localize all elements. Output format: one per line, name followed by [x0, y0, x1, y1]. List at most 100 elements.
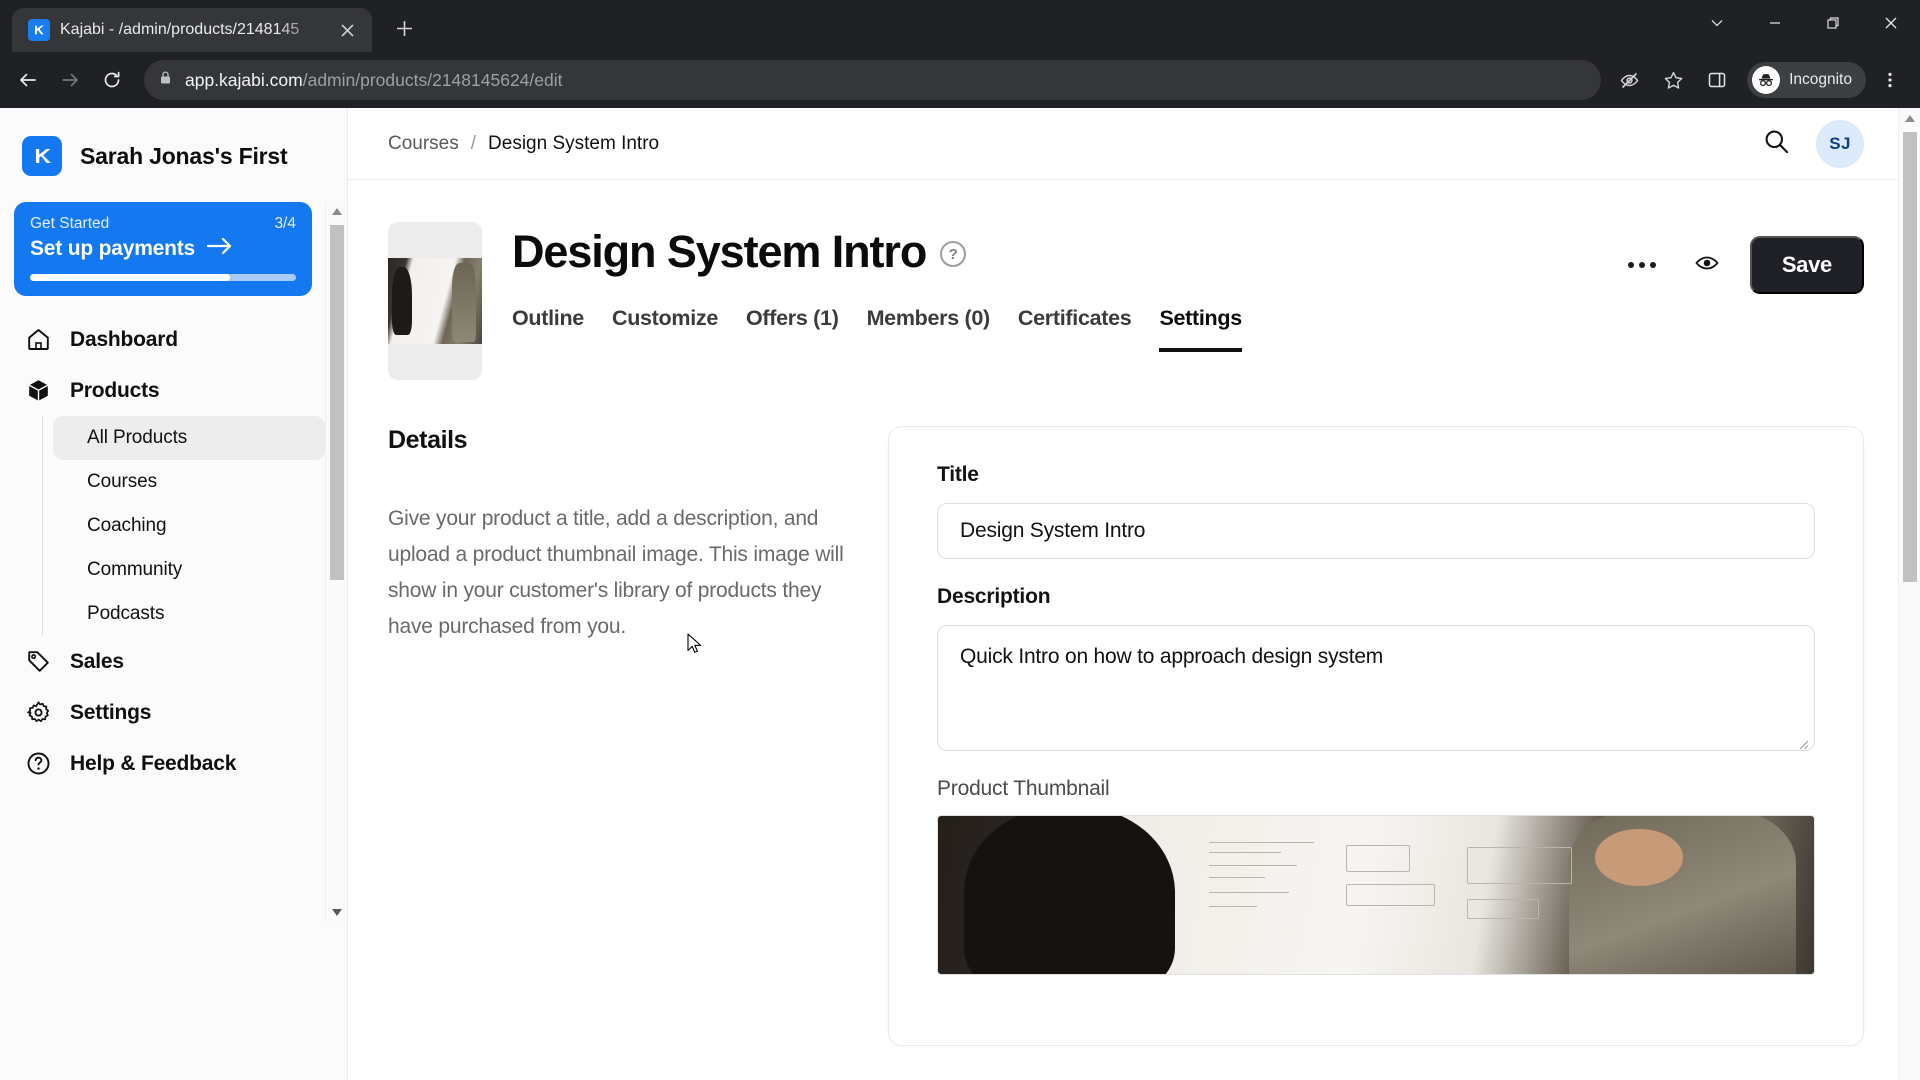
subnav-item-label: All Products: [87, 427, 188, 448]
get-started-card[interactable]: Get Started 3/4 Set up payments: [14, 202, 312, 296]
tab-label: Members (0): [866, 306, 991, 330]
product-title-row: Design System Intro ?: [512, 226, 1590, 278]
title-input[interactable]: Design System Intro: [937, 503, 1815, 559]
resize-handle[interactable]: [1795, 732, 1809, 750]
scroll-up-icon[interactable]: [1899, 108, 1920, 128]
browser-tab-title: Kajabi - /admin/products/2148145: [60, 21, 300, 38]
tab-label: Certificates: [1017, 306, 1132, 330]
brand-header[interactable]: Sarah Jonas's First: [0, 108, 347, 198]
tab-label: Settings: [1159, 306, 1242, 330]
incognito-label: Incognito: [1789, 71, 1852, 88]
description-textarea[interactable]: Quick Intro on how to approach design sy…: [937, 625, 1815, 751]
eye-icon[interactable]: [1694, 250, 1720, 281]
eye-slash-icon[interactable]: [1609, 60, 1649, 100]
brand-name: Sarah Jonas's First: [80, 142, 288, 169]
reload-icon[interactable]: [92, 60, 132, 100]
back-arrow-icon[interactable]: [8, 60, 48, 100]
product-thumbnail-preview[interactable]: [937, 815, 1815, 975]
tag-icon: [24, 649, 52, 674]
three-dots-vertical-icon[interactable]: [1870, 60, 1910, 100]
sidebar-item-all-products[interactable]: All Products: [53, 416, 325, 460]
description-field-label: Description: [937, 585, 1051, 608]
maximize-icon[interactable]: [1804, 0, 1862, 46]
sidebar-item-label: Sales: [70, 649, 124, 673]
thumbnail-face: [1595, 828, 1683, 886]
description-value: Quick Intro on how to approach design sy…: [960, 645, 1384, 668]
chevron-down-icon[interactable]: [1688, 0, 1746, 46]
save-button[interactable]: Save: [1749, 236, 1864, 294]
three-dots-horizontal-icon[interactable]: [1620, 254, 1664, 276]
title-field-label: Title: [937, 463, 979, 486]
close-icon[interactable]: [334, 17, 360, 43]
home-icon: [24, 327, 52, 352]
subnav-item-label: Courses: [87, 471, 158, 492]
get-started-header: Get Started 3/4: [30, 215, 296, 233]
thumbnail-image: [388, 258, 482, 344]
avatar[interactable]: SJ: [1816, 119, 1864, 168]
page-title: Design System Intro: [512, 226, 927, 277]
tab-members[interactable]: Members (0): [866, 306, 991, 352]
get-started-label: Get Started: [30, 215, 110, 232]
get-started-title-row: Set up payments: [30, 237, 296, 261]
tab-offers[interactable]: Offers (1): [746, 306, 839, 352]
window-controls: [1688, 0, 1920, 46]
new-tab-button[interactable]: [382, 6, 426, 50]
sidebar-item-products[interactable]: Products: [0, 365, 347, 416]
sidebar-item-label: Products: [70, 378, 160, 402]
breadcrumb: Courses / Design System Intro: [388, 133, 659, 155]
toolbar-right-icons: Incognito: [1609, 60, 1910, 100]
star-icon[interactable]: [1653, 60, 1693, 100]
details-form-card: Title Design System Intro Description Qu…: [888, 426, 1864, 1046]
sidebar-item-label: Dashboard: [70, 327, 178, 351]
settings-content: Design System Intro ? Outline Customize …: [348, 180, 1920, 1046]
sidebar-scrollbar[interactable]: [325, 201, 347, 922]
sidebar-item-settings[interactable]: Settings: [0, 687, 347, 738]
tab-certificates[interactable]: Certificates: [1018, 306, 1132, 352]
minimize-icon[interactable]: [1746, 0, 1804, 46]
get-started-title: Set up payments: [30, 237, 196, 260]
incognito-hat-icon: [1752, 66, 1781, 94]
scroll-down-icon[interactable]: [326, 902, 347, 922]
page-viewport: Sarah Jonas's First Get Started 3/4 Set …: [0, 108, 1920, 1080]
tab-label: Customize: [611, 306, 718, 330]
subnav-item-label: Podcasts: [87, 603, 165, 624]
sidebar-scrollbar-thumb[interactable]: [330, 225, 344, 580]
subnav-item-label: Community: [87, 559, 183, 580]
details-section: Details Give your product a title, add a…: [388, 426, 1864, 1046]
tab-label: Offers (1): [745, 306, 839, 330]
tab-outline[interactable]: Outline: [512, 306, 584, 352]
breadcrumb-parent[interactable]: Courses: [388, 133, 459, 155]
incognito-indicator[interactable]: Incognito: [1747, 62, 1866, 98]
main-content: Courses / Design System Intro SJ Design …: [348, 108, 1920, 1080]
main-scrollbar[interactable]: [1898, 108, 1920, 1080]
address-bar[interactable]: app.kajabi.com/admin/products/2148145624…: [144, 60, 1602, 100]
help-circle-icon[interactable]: ?: [940, 241, 967, 267]
sidebar-item-courses[interactable]: Courses: [53, 460, 325, 504]
product-tabs: Outline Customize Offers (1) Members (0)…: [512, 306, 1590, 352]
forward-arrow-icon[interactable]: [50, 60, 90, 100]
tab-customize[interactable]: Customize: [612, 306, 718, 352]
address-bar-host: app.kajabi.com: [185, 69, 303, 90]
sidebar-item-dashboard[interactable]: Dashboard: [0, 314, 347, 365]
sidebar-item-coaching[interactable]: Coaching: [53, 504, 325, 548]
side-panel-icon[interactable]: [1697, 60, 1737, 100]
search-icon[interactable]: [1763, 128, 1790, 160]
sidebar-item-community[interactable]: Community: [53, 548, 325, 592]
product-thumbnail-small[interactable]: [388, 222, 482, 380]
subnav-item-label: Coaching: [87, 515, 167, 536]
browser-tab[interactable]: Kajabi - /admin/products/2148145: [12, 8, 372, 52]
gear-icon: [24, 700, 52, 725]
close-window-icon[interactable]: [1862, 0, 1920, 46]
browser-chrome: Kajabi - /admin/products/2148145 app.kaj…: [0, 0, 1920, 108]
kajabi-logo-icon: [28, 19, 50, 41]
address-bar-url: app.kajabi.com/admin/products/2148145624…: [185, 70, 563, 91]
sidebar-item-sales[interactable]: Sales: [0, 636, 347, 687]
section-description: Give your product a title, add a descrip…: [388, 507, 844, 639]
product-header-text: Design System Intro ? Outline Customize …: [512, 222, 1590, 352]
tab-settings[interactable]: Settings: [1159, 306, 1242, 352]
sidebar-item-help-feedback[interactable]: Help & Feedback: [0, 738, 347, 789]
scroll-up-icon[interactable]: [326, 201, 347, 221]
details-section-left: Details Give your product a title, add a…: [388, 426, 888, 645]
main-scrollbar-thumb[interactable]: [1903, 132, 1917, 582]
sidebar-item-podcasts[interactable]: Podcasts: [53, 592, 325, 636]
